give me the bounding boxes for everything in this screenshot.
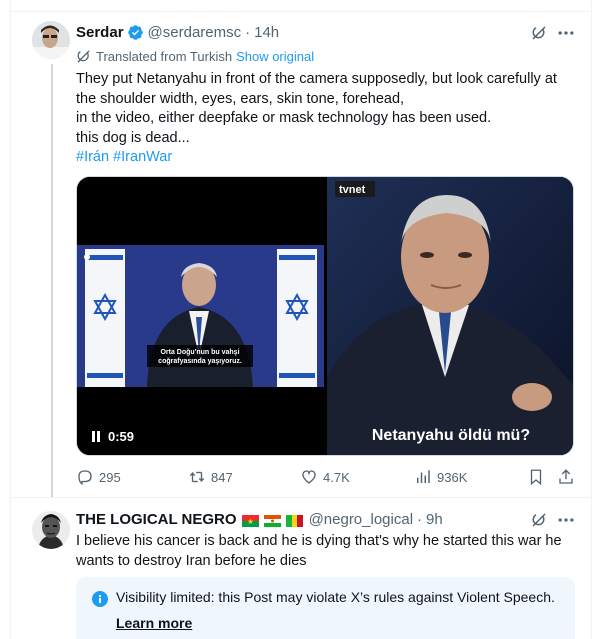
display-name[interactable]: THE LOGICAL NEGRO <box>76 511 237 528</box>
flag-burkina-faso-icon <box>241 514 259 527</box>
avatar[interactable] <box>32 511 70 549</box>
timestamp[interactable]: 9h <box>426 511 443 528</box>
top-divider <box>10 11 592 12</box>
tweet-header: Serdar @serdaremsc · 14h <box>76 24 279 41</box>
bookmark-icon[interactable] <box>527 468 545 486</box>
share-icon[interactable] <box>557 468 575 486</box>
timeline-border-left <box>10 0 11 639</box>
repost-icon <box>188 468 206 486</box>
tweet-text: They put Netanyahu in front of the camer… <box>76 70 576 168</box>
tweet-header: THE LOGICAL NEGRO @negro_logical · 9h <box>76 511 443 528</box>
timeline-border-right <box>591 0 592 639</box>
repost-count: 847 <box>211 469 233 485</box>
views-button[interactable]: 936K <box>414 468 467 486</box>
separator-dot: · <box>245 24 251 41</box>
like-button[interactable]: 4.7K <box>300 468 350 486</box>
verified-badge-icon <box>127 24 144 41</box>
pause-icon[interactable] <box>91 431 101 442</box>
learn-more-link[interactable]: Learn more <box>116 615 192 631</box>
thread-connector <box>51 64 53 498</box>
more-icon[interactable] <box>556 23 576 48</box>
notice-text: Visibility limited: this Post may violat… <box>116 589 555 605</box>
translation-notice: Translated from Turkish Show original <box>76 49 314 64</box>
hashtags: #Irán #IranWar <box>76 148 576 168</box>
svg-text:coğrafyasında yaşıyoruz.: coğrafyasında yaşıyoruz. <box>158 358 242 365</box>
media-grid[interactable]: Orta Doğu'nun bu vahşi coğrafyasında yaş… <box>76 176 574 456</box>
flag-mali-icon <box>285 514 303 527</box>
image-caption: Netanyahu öldü mü? <box>371 427 531 444</box>
flag-niger-icon <box>263 514 281 527</box>
show-original-link[interactable]: Show original <box>236 49 314 64</box>
tweet-divider <box>10 497 592 498</box>
channel-logo: tvnet <box>339 184 366 196</box>
tweet-text: I believe his cancer is back and he is d… <box>76 532 576 571</box>
views-icon <box>414 468 432 486</box>
visibility-notice: Visibility limited: this Post may violat… <box>76 577 575 639</box>
views-count: 936K <box>437 469 468 485</box>
tweet-text-line: the shoulder width, eyes, ears, skin ton… <box>76 90 405 107</box>
tweet-text-line: this dog is dead... <box>76 129 190 146</box>
hashtag-link[interactable]: #Irán <box>76 149 109 165</box>
tweet-text-line: in the video, either deepfake or mask te… <box>76 110 492 126</box>
tweet-text-line: wants to destroy Iran before he dies <box>76 552 307 569</box>
video-player[interactable]: Orta Doğu'nun bu vahşi coğrafyasında yaş… <box>77 177 324 455</box>
user-handle[interactable]: @serdaremsc <box>148 24 242 41</box>
grok-icon[interactable] <box>530 24 548 47</box>
repost-button[interactable]: 847 <box>188 468 233 486</box>
like-count: 4.7K <box>323 469 350 485</box>
duration-label: 0:59 <box>108 429 135 444</box>
display-name[interactable]: Serdar <box>76 24 124 41</box>
separator-dot: · <box>417 511 423 528</box>
tweet-text-line: I believe his cancer is back and he is d… <box>76 533 562 549</box>
reply-count: 295 <box>99 469 121 485</box>
info-icon <box>92 591 108 612</box>
tweet-text-line: They put Netanyahu in front of the camer… <box>76 71 557 87</box>
translate-icon <box>76 49 91 64</box>
svg-text:Orta Doğu'nun bu vahşi: Orta Doğu'nun bu vahşi <box>160 349 239 356</box>
image-thumbnail[interactable]: tvnet Netanyahu öldü mü? <box>327 177 573 455</box>
user-handle[interactable]: @negro_logical <box>309 511 413 528</box>
avatar[interactable] <box>32 21 70 59</box>
reply-button[interactable]: 295 <box>76 468 121 486</box>
timestamp[interactable]: 14h <box>254 24 279 41</box>
translated-label: Translated from Turkish <box>96 49 233 64</box>
grok-icon[interactable] <box>530 511 548 534</box>
reply-icon <box>76 468 94 486</box>
like-icon <box>300 468 318 486</box>
video-duration: 0:59 <box>91 429 134 444</box>
hashtag-link[interactable]: #IranWar <box>113 149 172 165</box>
action-bar: 295 847 4.7K 936K <box>76 468 576 490</box>
